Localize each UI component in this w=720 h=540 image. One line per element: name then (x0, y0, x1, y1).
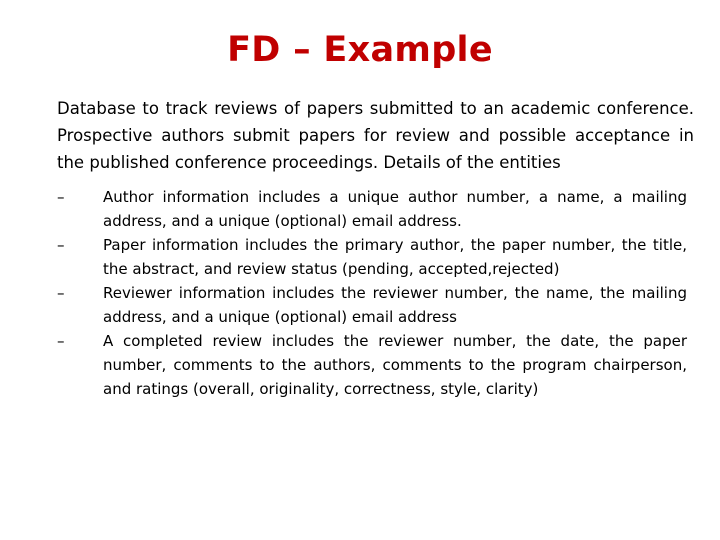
dash-bullet-icon: – (57, 236, 65, 254)
dash-bullet-icon: – (57, 332, 65, 350)
list-item-label: Reviewer information includes the review… (103, 284, 687, 326)
list-item: – Reviewer information includes the revi… (57, 281, 687, 329)
slide-canvas: FD – Example Database to track reviews o… (0, 0, 720, 540)
entity-details-list: – Author information includes a unique a… (57, 185, 687, 401)
list-item: – Author information includes a unique a… (57, 185, 687, 233)
list-item-label: A completed review includes the reviewer… (103, 332, 687, 398)
page-title: FD – Example (227, 30, 493, 70)
dash-bullet-icon: – (57, 284, 65, 302)
list-item-label: Paper information includes the primary a… (103, 236, 687, 278)
dash-bullet-icon: – (57, 188, 65, 206)
intro-paragraph: Database to track reviews of papers subm… (57, 99, 694, 172)
slide-body: Database to track reviews of papers subm… (57, 95, 694, 401)
list-item-label: Author information includes a unique aut… (103, 188, 687, 230)
list-item: – A completed review includes the review… (57, 329, 687, 401)
list-item: – Paper information includes the primary… (57, 233, 687, 281)
